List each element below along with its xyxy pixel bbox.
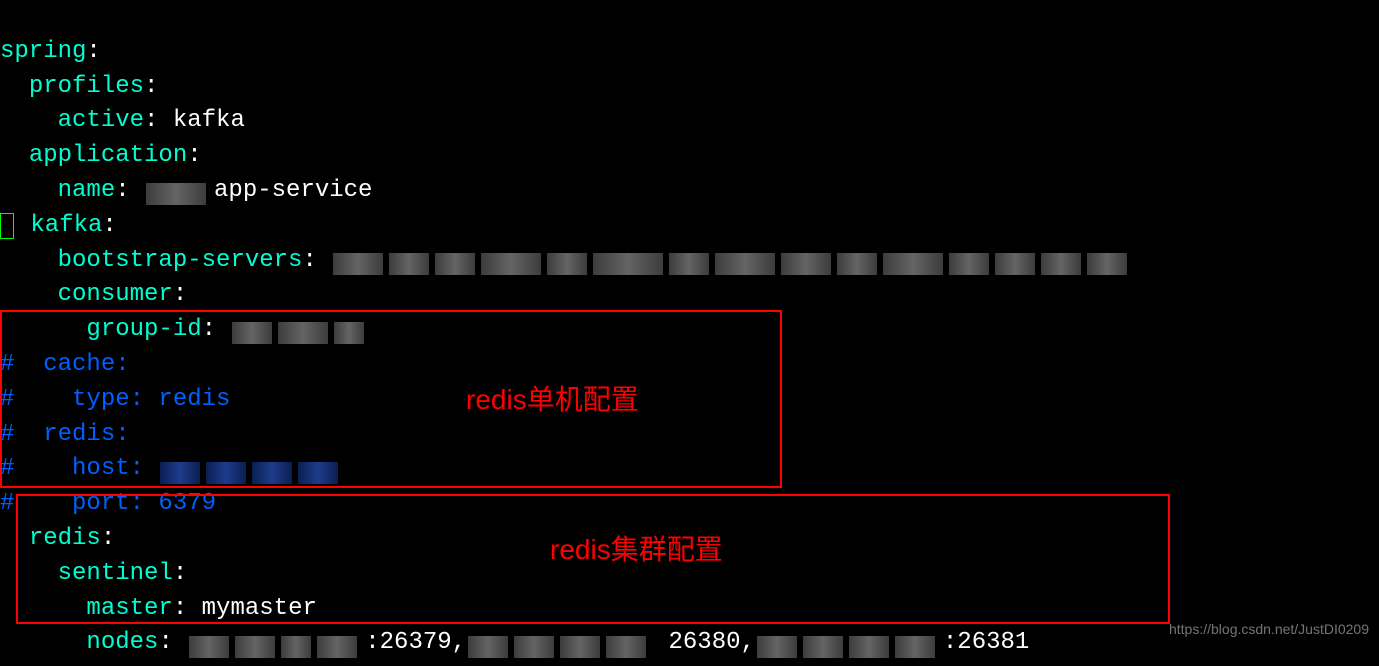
yaml-value: :26381 <box>943 629 1029 656</box>
watermark-text: https://blog.csdn.net/JustDI0209 <box>1169 619 1369 639</box>
redacted-block <box>757 631 941 653</box>
yaml-key: profiles <box>29 73 144 100</box>
yaml-value: mymaster <box>202 595 317 622</box>
annotation-label-single: redis单机配置 <box>466 380 639 421</box>
redacted-block <box>189 631 363 653</box>
yaml-comment: # type: redis <box>0 386 230 413</box>
yaml-key: active <box>58 107 144 134</box>
redacted-block <box>468 631 652 653</box>
yaml-comment: # cache: <box>0 351 130 378</box>
yaml-key: sentinel <box>58 560 173 587</box>
redacted-block <box>146 179 212 201</box>
redacted-block <box>160 457 344 479</box>
yaml-key: group-id <box>86 316 201 343</box>
yaml-value: app-service <box>214 177 372 204</box>
yaml-key: name <box>58 177 116 204</box>
yaml-value: 26380, <box>668 629 754 656</box>
annotation-label-cluster: redis集群配置 <box>550 530 723 571</box>
yaml-key: spring <box>0 38 86 65</box>
yaml-comment: # redis: <box>0 421 130 448</box>
yaml-key: consumer <box>58 281 173 308</box>
yaml-key: application <box>29 142 187 169</box>
yaml-key: bootstrap-servers <box>58 247 303 274</box>
yaml-key: kafka <box>30 212 102 239</box>
redacted-block <box>232 318 370 340</box>
redacted-block <box>333 248 1133 270</box>
yaml-value: kafka <box>173 107 245 134</box>
yaml-comment: # host: <box>0 455 144 482</box>
yaml-key: redis <box>29 525 101 552</box>
yaml-comment: # port: 6379 <box>0 490 216 517</box>
yaml-key: nodes <box>86 629 158 656</box>
yaml-value: :26379, <box>365 629 466 656</box>
cursor-icon <box>0 213 14 239</box>
yaml-key: master <box>86 595 172 622</box>
